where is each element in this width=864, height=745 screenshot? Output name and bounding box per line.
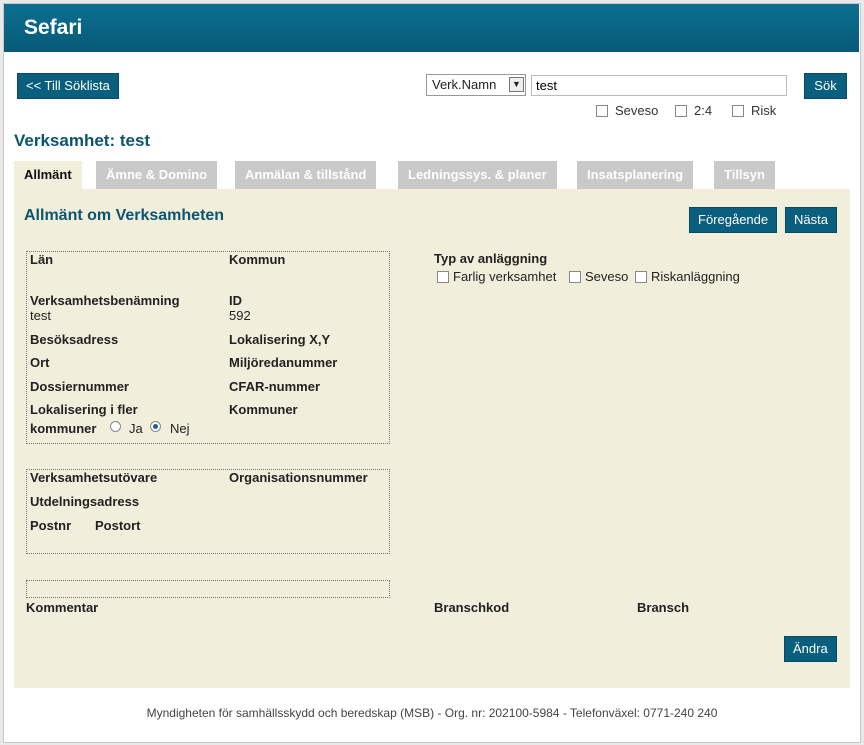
lokalisering-fler-label-2: kommuner — [30, 421, 97, 436]
search-field-select[interactable]: Verk.Namn ▼ — [426, 74, 526, 96]
chevron-down-icon[interactable]: ▼ — [509, 77, 524, 92]
farlig-verksamhet-label: Farlig verksamhet — [453, 269, 557, 284]
postnr-label: Postnr — [30, 518, 72, 533]
lokalisering-label: Lokalisering X,Y — [229, 332, 331, 347]
search-button[interactable]: Sök — [804, 73, 847, 99]
utdelningsadress-label: Utdelningsadress — [30, 494, 140, 509]
section-title: Allmänt om Verksamheten — [24, 207, 225, 224]
miljoredanummer-label: Miljöredanummer — [229, 355, 338, 370]
branschkod-label: Branschkod — [434, 600, 510, 615]
tab-tillsyn[interactable]: Tillsyn — [714, 161, 775, 189]
seveso-checkbox[interactable] — [569, 271, 581, 283]
tab-amne-domino[interactable]: Ämne & Domino — [96, 161, 218, 189]
farlig-verksamhet-checkbox[interactable] — [437, 271, 449, 283]
bransch-label: Bransch — [637, 600, 690, 615]
filter-2-4-label: 2:4 — [694, 103, 713, 118]
tab-ledningssys-planer[interactable]: Ledningssys. & planer — [398, 161, 557, 189]
filter-risk-label: Risk — [751, 103, 777, 118]
kommentar-label: Kommentar — [26, 600, 99, 615]
previous-button[interactable]: Föregående — [689, 207, 778, 233]
postort-label: Postort — [95, 518, 141, 533]
filter-2-4-checkbox[interactable] — [675, 105, 687, 117]
lan-label: Län — [30, 252, 54, 267]
nej-label: Nej — [170, 421, 190, 436]
id-label: ID — [229, 293, 242, 308]
app-title: Sefari — [24, 16, 83, 39]
kommun-label: Kommun — [229, 252, 286, 267]
id-value: 592 — [229, 308, 251, 323]
search-field-select-value: Verk.Namn — [432, 77, 497, 92]
typ-av-anlaggning-label: Typ av anläggning — [434, 251, 548, 266]
filter-risk-checkbox[interactable] — [732, 105, 744, 117]
nej-radio[interactable] — [150, 421, 161, 432]
riskanlaggning-checkbox[interactable] — [635, 271, 647, 283]
back-to-list-button[interactable]: << Till Söklista — [17, 73, 119, 99]
footer-text: Myndigheten för samhällsskydd och bereds… — [146, 706, 718, 720]
tab-insatsplanering[interactable]: Insatsplanering — [577, 161, 694, 189]
besoksadress-label: Besöksadress — [30, 332, 119, 347]
ja-label: Ja — [129, 421, 143, 436]
verksamhetsutovare-label: Verksamhetsutövare — [30, 470, 158, 485]
filter-seveso-checkbox[interactable] — [596, 105, 608, 117]
organisationsnummer-label: Organisationsnummer — [229, 470, 368, 485]
app-header: Sefari — [4, 4, 859, 52]
page-title: Verksamhet: test — [14, 131, 151, 150]
verksamhetsbenamning-value: test — [30, 308, 51, 323]
tab-anmalan-tillstand[interactable]: Anmälan & tillstånd — [235, 161, 377, 189]
filter-seveso-label: Seveso — [615, 103, 659, 118]
empty-box — [26, 580, 390, 598]
next-button[interactable]: Nästa — [785, 207, 837, 233]
edit-button[interactable]: Ändra — [784, 636, 837, 662]
kommuner-label: Kommuner — [229, 402, 298, 417]
seveso-label: Seveso — [585, 269, 629, 284]
dossiernummer-label: Dossiernummer — [30, 379, 129, 394]
tab-allmant[interactable]: Allmänt — [14, 161, 82, 189]
ja-radio[interactable] — [110, 421, 121, 432]
search-input[interactable] — [531, 75, 787, 96]
riskanlaggning-label: Riskanläggning — [651, 269, 740, 284]
ort-label: Ort — [30, 355, 50, 370]
lokalisering-fler-label: Lokalisering i fler — [30, 402, 138, 417]
cfar-label: CFAR-nummer — [229, 379, 321, 394]
verksamhetsbenamning-label: Verksamhetsbenämning — [30, 293, 180, 308]
